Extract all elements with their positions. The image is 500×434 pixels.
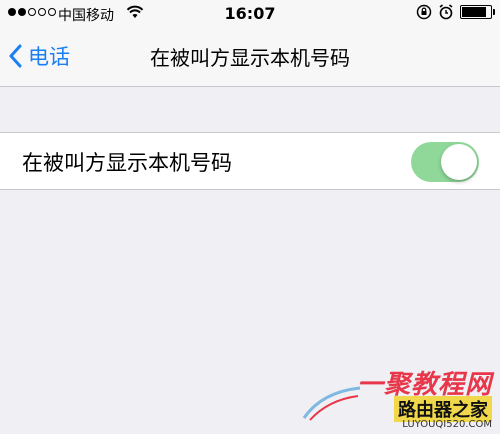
alarm-icon xyxy=(439,4,453,20)
show-caller-id-row: 在被叫方显示本机号码 xyxy=(0,132,500,190)
status-right-icons xyxy=(416,4,495,20)
show-caller-id-toggle[interactable] xyxy=(411,142,479,182)
battery-icon xyxy=(460,5,495,19)
show-caller-id-label: 在被叫方显示本机号码 xyxy=(22,151,232,175)
page-title: 在被叫方显示本机号码 xyxy=(150,46,350,70)
watermark: 一聚教程网 路由器之家 LUYOUQI520.COM xyxy=(302,362,498,432)
watermark-url: LUYOUQI520.COM xyxy=(402,419,492,430)
battery-fill xyxy=(462,7,486,17)
toggle-knob xyxy=(441,144,477,180)
top-bar: 中国移动 16:07 电话 在被叫方显示本机号码 xyxy=(0,0,500,87)
status-bar: 中国移动 16:07 xyxy=(0,0,500,28)
navigation-bar: 电话 在被叫方显示本机号码 xyxy=(0,30,500,82)
rotation-lock-icon xyxy=(416,4,432,20)
swoosh-logo-icon xyxy=(302,386,361,421)
